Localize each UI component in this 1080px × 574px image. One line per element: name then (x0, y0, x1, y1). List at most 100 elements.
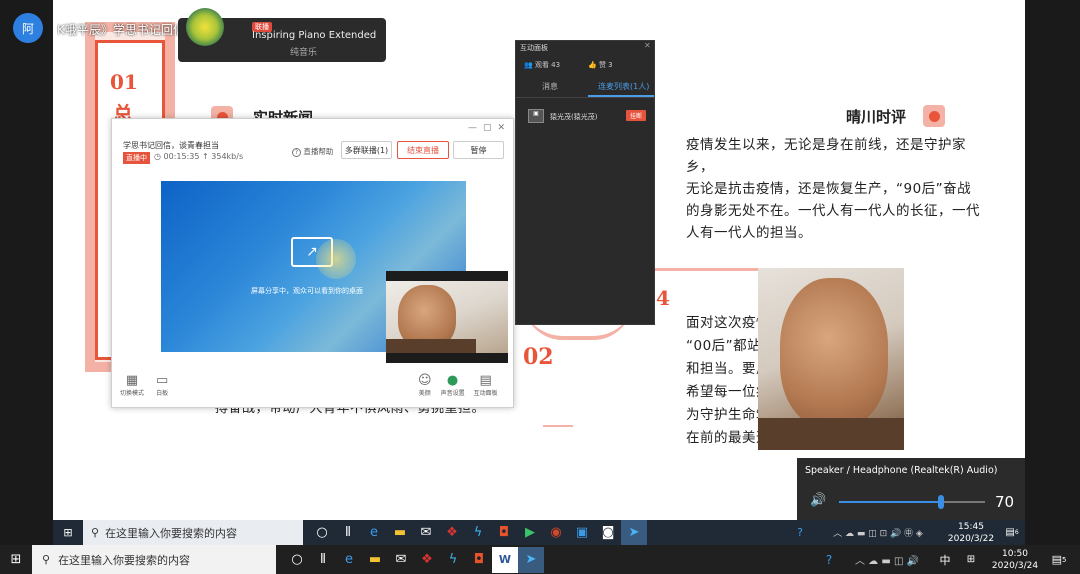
whiteboard-button[interactable]: ▭ 白板 (156, 373, 168, 397)
elapsed-time: ◷ 00:15:35 ↑ 354kb/s (154, 152, 243, 161)
volume-flyout[interactable]: Speaker / Headphone (Realtek(R) Audio) 🔊… (797, 458, 1025, 520)
outer-time: 10:50 (1002, 548, 1028, 559)
outer-search-placeholder: 在这里输入你要搜索的内容 (58, 553, 191, 567)
ime-indicator[interactable]: 中 (932, 547, 958, 573)
inner-search-placeholder: 在这里输入你要搜索的内容 (105, 526, 238, 540)
hangup-button[interactable]: 挂断 (626, 110, 647, 121)
close-icon[interactable]: ✕ (498, 123, 506, 133)
app-red-icon[interactable]: ❖ (414, 547, 440, 573)
app-cam-icon[interactable]: ◙ (595, 520, 621, 546)
like-count-value: 赞 3 (598, 61, 613, 69)
viewer-count-value: 观看 43 (534, 61, 561, 69)
interaction-panel-button[interactable]: ▤ 互动面板 (474, 373, 498, 397)
right-margin (1025, 0, 1080, 545)
mic-icon: ● (446, 373, 459, 388)
edge-icon[interactable]: e (361, 520, 387, 546)
ppt-icon[interactable]: ◉ (543, 520, 569, 546)
edge-icon[interactable]: e (336, 547, 362, 573)
inner-search-box[interactable]: ⚲ 在这里输入你要搜索的内容 (83, 520, 303, 545)
app-blue-icon[interactable]: ϟ (465, 520, 491, 546)
app-blue-icon[interactable]: ϟ (440, 547, 466, 573)
paragraph-1-line: 无论是抗击疫情，还是恢复生产，“90后”奋战 (686, 181, 972, 197)
tab-messages[interactable]: 消息 (542, 81, 558, 92)
help-link[interactable]: ? 直播帮助 (292, 146, 333, 157)
paragraph-1-line: 疫情发生以来，无论是身在前线，还是守护家乡， (686, 137, 966, 175)
panel-close-icon[interactable]: ✕ (644, 41, 651, 50)
app-red-icon[interactable]: ❖ (439, 520, 465, 546)
remote-desktop-view: 阿 01 总 实时新闻 晴川时评 疫情发生以来，无论是身在前线，还是守护家乡， … (0, 0, 1080, 546)
tray-icons: ︿ ☁ ▬ ◫ 🔊 (854, 556, 920, 567)
screen: 阿 01 总 实时新闻 晴川时评 疫情发生以来，无论是身在前线，还是守护家乡， … (0, 0, 1080, 574)
ime-mode-icon[interactable]: ⊞ (958, 547, 984, 573)
section-number-01: 01 (110, 70, 138, 94)
tab-mic-list[interactable]: 连麦列表(1人) (598, 81, 649, 92)
word-icon[interactable]: W (492, 546, 518, 573)
monitor-icon: ▭ (156, 373, 169, 388)
like-count: 👍 赞 3 (588, 60, 613, 70)
outer-notif-count: 5 (1061, 555, 1067, 564)
person-shirt (758, 418, 904, 450)
multi-mic-button[interactable]: 多群联播(1) (341, 141, 392, 159)
section-number-4: 4 (656, 286, 670, 310)
search-icon: ⚲ (91, 526, 100, 539)
live-window[interactable]: 学思书记回信，谈青春担当 — ▢ ✕ 直播中 ◷ 00:15:35 ↑ 354k… (111, 118, 514, 408)
minimize-icon[interactable]: — (468, 123, 477, 133)
music-popup[interactable]: 联播 Inspiring Piano Extended 纯音乐 (178, 8, 386, 62)
host-avatar[interactable]: 阿 (13, 13, 43, 43)
outer-clock[interactable]: 10:50 2020/3/24 (984, 548, 1046, 572)
end-live-button[interactable]: 结束直播 (397, 141, 449, 159)
guest-webcam (386, 271, 508, 363)
volume-slider-thumb[interactable] (938, 495, 944, 509)
office-icon[interactable]: ◘ (491, 520, 517, 546)
speaker-icon[interactable]: 🔊 (810, 493, 826, 508)
task-view-icon[interactable]: ○ (284, 547, 310, 573)
timeline-icon[interactable]: ⫴ (335, 520, 361, 546)
audio-device-name: Speaker / Headphone (Realtek(R) Audio) (805, 465, 998, 476)
inner-notif-count: 6 (1014, 529, 1019, 536)
interaction-panel[interactable]: 互动面板 ✕ 👥 观看 43 👍 赞 3 消息 连麦列表(1人) ▣ 猿光茂(猿… (515, 40, 655, 325)
live-title: 学思书记回信，谈青春担当 (123, 141, 219, 150)
music-subtitle: 纯音乐 (290, 48, 318, 58)
outer-search-box[interactable]: ⚲ 在这里输入你要搜索的内容 (32, 545, 276, 574)
mic-user-row: ▣ 猿光茂(猿光茂) 挂断 (528, 107, 650, 127)
viewer-count: 👥 观看 43 (524, 60, 560, 70)
outer-date: 2020/3/24 (991, 560, 1039, 571)
tool-label: 切换模式 (120, 390, 145, 397)
office-icon[interactable]: ◘ (466, 547, 492, 573)
start-icon[interactable]: ⊞ (53, 520, 83, 546)
tool-label: 声音设置 (440, 390, 465, 397)
maximize-icon[interactable]: ▢ (483, 123, 492, 133)
paragraph-1: 疫情发生以来，无论是身在前线，还是守护家乡， 无论是抗击疫情，还是恢复生产，“9… (686, 134, 986, 244)
task-view-icon[interactable]: ○ (309, 520, 335, 546)
inner-time: 15:45 (958, 521, 984, 532)
host-webcam (758, 268, 904, 450)
explorer-icon[interactable]: ▬ (387, 520, 413, 546)
user-name: 猿光茂(猿光茂) (550, 113, 598, 121)
thumb-icon: 👍 (588, 61, 599, 69)
active-app-icon[interactable]: ➤ (621, 519, 647, 546)
album-art (186, 8, 224, 46)
help-icon[interactable]: ? (816, 547, 842, 573)
outer-start-icon[interactable]: ⊞ (0, 547, 32, 573)
inner-clock[interactable]: 15:45 2020/3/22 (943, 521, 999, 545)
switch-mode-button[interactable]: ▦ 切换模式 (120, 373, 144, 397)
explorer-icon[interactable]: ▬ (362, 547, 388, 573)
app-screen-icon[interactable]: ▣ (569, 520, 595, 546)
grid-icon: ▦ (125, 373, 139, 388)
comment-icon (923, 105, 945, 127)
pause-button[interactable]: 暂停 (453, 141, 504, 159)
play-store-icon[interactable]: ▶ (517, 520, 543, 546)
outer-notification-icon[interactable]: ▤ 5 (1046, 547, 1072, 573)
help-label: 直播帮助 (303, 147, 334, 156)
sound-settings-button[interactable]: ● 声音设置 (441, 373, 465, 397)
beauty-button[interactable]: ☺ 美颜 (418, 373, 432, 397)
decor-bottom-line (543, 425, 573, 427)
mail-icon[interactable]: ✉ (413, 520, 439, 546)
mail-icon[interactable]: ✉ (388, 547, 414, 573)
inner-notification-icon[interactable]: ▤ 6 (999, 520, 1025, 546)
help-icon[interactable]: ? (787, 520, 813, 546)
active-app-icon[interactable]: ➤ (518, 546, 544, 573)
volume-slider-track[interactable] (839, 495, 985, 509)
timeline-icon[interactable]: ⫴ (310, 547, 336, 573)
bitrate-value: 354kb/s (211, 152, 244, 161)
